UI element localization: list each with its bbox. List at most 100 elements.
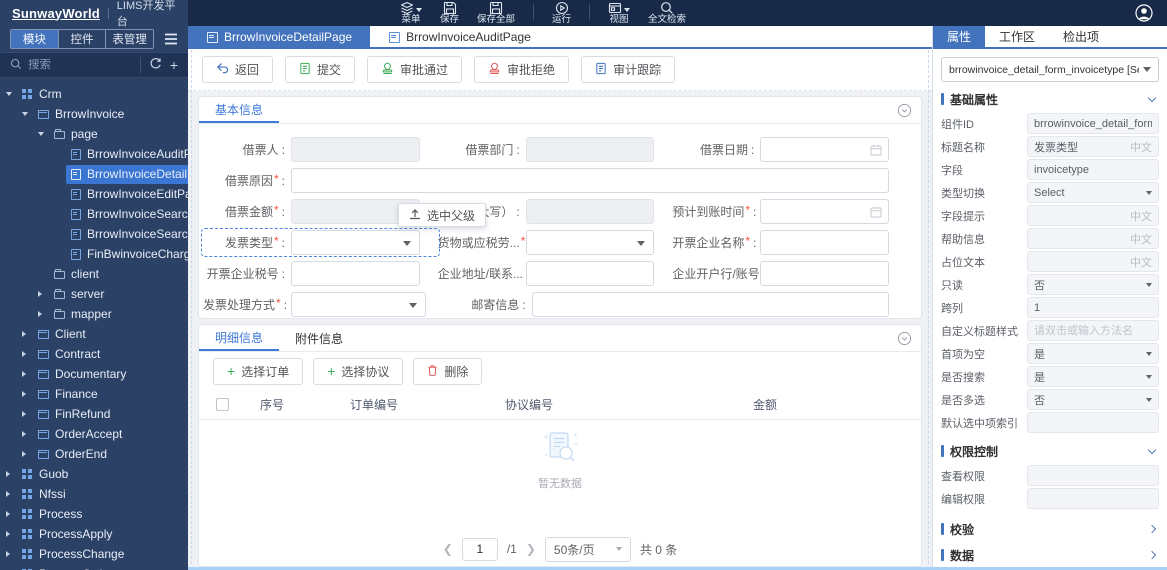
caret-right-icon[interactable]	[6, 471, 18, 477]
group-basic-properties[interactable]: 基础属性	[933, 86, 1167, 112]
caret-down-icon[interactable]	[22, 112, 34, 116]
borrow-reason-input[interactable]	[291, 168, 889, 193]
audit-trail-button[interactable]: 审计跟踪	[581, 56, 676, 83]
company-address-input[interactable]	[525, 261, 655, 286]
tree-item[interactable]: server	[0, 284, 188, 304]
invoice-type-select[interactable]	[291, 230, 420, 255]
goods-service-select[interactable]	[525, 230, 655, 255]
field-hint-input[interactable]: 中文	[1027, 205, 1159, 226]
tree-item[interactable]: FinRefund	[0, 404, 188, 424]
field-invoice-type-selected[interactable]: 发票类型*:	[201, 228, 440, 257]
caret-right-icon[interactable]	[6, 491, 18, 497]
custom-title-style-input[interactable]	[1027, 320, 1159, 341]
save-button[interactable]: 保存	[440, 1, 459, 25]
caret-right-icon[interactable]	[6, 531, 18, 537]
tree-item[interactable]: BrrowInvoiceAuditPage	[0, 144, 188, 164]
company-name-input[interactable]	[760, 230, 890, 255]
select-all-checkbox[interactable]	[215, 398, 229, 411]
tree-item[interactable]: page	[0, 124, 188, 144]
tree-item[interactable]: Client	[0, 324, 188, 344]
tab-table-manage[interactable]: 表管理	[106, 30, 153, 48]
tree-item[interactable]: Crm	[0, 84, 188, 104]
page-size-select[interactable]: 50条/页	[544, 536, 631, 562]
group-permission-control[interactable]: 权限控制	[933, 438, 1167, 464]
tree-item[interactable]: BrrowInvoiceSearchDealPage	[0, 204, 188, 224]
tree-item[interactable]: Guob	[0, 464, 188, 484]
submit-button[interactable]: 提交	[285, 56, 356, 83]
tree-item[interactable]: Finance	[0, 384, 188, 404]
reject-button[interactable]: 审批拒绝	[474, 56, 570, 83]
caret-right-icon[interactable]	[22, 351, 34, 357]
tree-item[interactable]: BrrowInvoice	[0, 104, 188, 124]
field-name-input[interactable]: invoicetype	[1027, 159, 1159, 180]
tab-controls[interactable]: 控件	[59, 30, 107, 48]
page-number-input[interactable]	[461, 537, 498, 561]
borrow-date-input[interactable]	[760, 137, 890, 162]
tree-item[interactable]: FinBwinvoiceChargeDetailPage	[0, 244, 188, 264]
tree-item[interactable]: ProcessApply	[0, 524, 188, 544]
tree-item[interactable]: ProcessChange	[0, 544, 188, 564]
tab-properties[interactable]: 属性	[933, 26, 986, 47]
user-avatar[interactable]	[1135, 4, 1153, 22]
invoice-handling-select[interactable]	[291, 292, 426, 317]
hamburger-icon[interactable]	[164, 33, 178, 45]
tree-item[interactable]: Documentary	[0, 364, 188, 384]
tab-workspace[interactable]: 工作区	[985, 26, 1049, 47]
target-component-select[interactable]: brrowinvoice_detail_form_invoicetype [Se…	[941, 57, 1159, 82]
caret-right-icon[interactable]	[6, 551, 18, 557]
title-name-input[interactable]: 发票类型 中文	[1027, 136, 1159, 157]
tree-item[interactable]: Process	[0, 504, 188, 524]
doc-tab-detail-page[interactable]: BrrowInvoiceDetailPage	[188, 26, 371, 47]
menu-button[interactable]: 菜单	[400, 1, 422, 25]
delete-button[interactable]: 删除	[413, 357, 483, 385]
mailing-info-input[interactable]	[531, 292, 889, 317]
expected-arrival-input[interactable]	[760, 199, 890, 224]
tab-attachment-info[interactable]: 附件信息	[279, 325, 359, 351]
bank-account-input[interactable]	[760, 261, 890, 286]
type-switch-select[interactable]: Select	[1027, 182, 1159, 203]
tab-modules[interactable]: 模块	[11, 30, 59, 48]
group-data[interactable]: 数据	[933, 542, 1167, 568]
help-info-input[interactable]: 中文	[1027, 228, 1159, 249]
refresh-icon[interactable]	[149, 57, 162, 73]
next-page-icon[interactable]: ❯	[526, 542, 536, 556]
run-button[interactable]: 运行	[552, 1, 571, 25]
searchable-select[interactable]: 是	[1027, 366, 1159, 387]
select-agreement-button[interactable]: + 选择协议	[313, 357, 404, 385]
tree-item[interactable]: OrderAccept	[0, 424, 188, 444]
caret-right-icon[interactable]	[22, 411, 34, 417]
tree-item[interactable]: BrrowInvoiceSearchPage	[0, 224, 188, 244]
tab-checkout[interactable]: 检出项	[1049, 26, 1113, 47]
tree-item[interactable]: mapper	[0, 304, 188, 324]
caret-right-icon[interactable]	[38, 311, 50, 317]
save-all-button[interactable]: 保存全部	[477, 1, 515, 25]
multiselect-select[interactable]: 否	[1027, 389, 1159, 410]
group-validation[interactable]: 校验	[933, 516, 1167, 542]
view-permission-input[interactable]	[1027, 465, 1159, 486]
first-empty-select[interactable]: 是	[1027, 343, 1159, 364]
tree-item-selected[interactable]: BrrowInvoiceDetailPage	[0, 164, 188, 184]
default-index-input[interactable]	[1027, 412, 1159, 433]
tree-item[interactable]: Nfssi	[0, 484, 188, 504]
tab-detail-info[interactable]: 明细信息	[199, 325, 280, 351]
readonly-select[interactable]: 否	[1027, 274, 1159, 295]
caret-down-icon[interactable]	[38, 132, 50, 136]
search-box[interactable]	[10, 58, 140, 73]
doc-tab-audit-page[interactable]: BrrowInvoiceAuditPage	[370, 26, 549, 47]
tree-item[interactable]: ProcessOrder	[0, 564, 188, 570]
tree-item[interactable]: Contract	[0, 344, 188, 364]
edit-permission-input[interactable]	[1027, 488, 1159, 509]
collapse-section-icon[interactable]	[897, 103, 912, 118]
caret-right-icon[interactable]	[6, 511, 18, 517]
colspan-input[interactable]: 1	[1027, 297, 1159, 318]
caret-down-icon[interactable]	[6, 92, 18, 96]
tree-item[interactable]: OrderEnd	[0, 444, 188, 464]
fulltext-search-button[interactable]: 全文检索	[648, 1, 686, 25]
back-button[interactable]: 返回	[202, 56, 274, 83]
select-parent-button[interactable]: 选中父级	[398, 203, 487, 227]
caret-right-icon[interactable]	[22, 431, 34, 437]
caret-right-icon[interactable]	[22, 371, 34, 377]
select-order-button[interactable]: + 选择订单	[213, 357, 304, 385]
caret-right-icon[interactable]	[22, 391, 34, 397]
search-input[interactable]	[28, 59, 140, 71]
